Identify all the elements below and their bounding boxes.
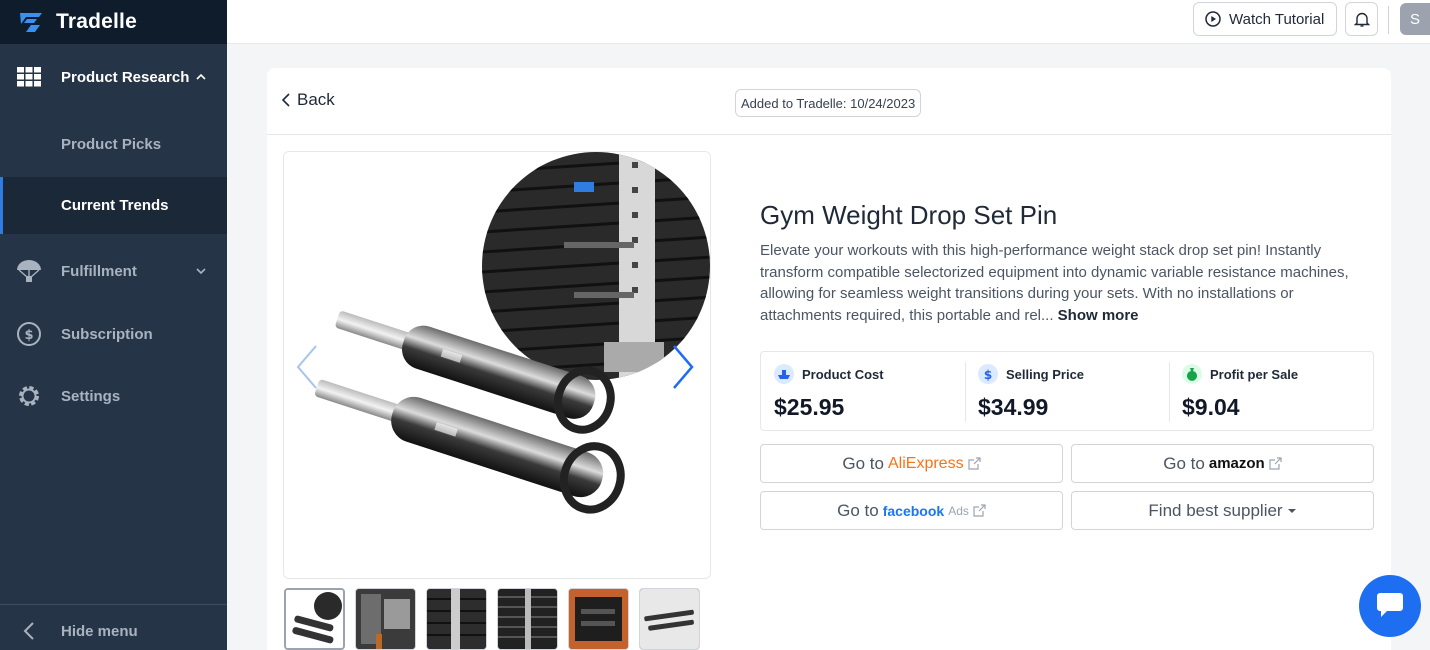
sidebar-item-label: Product Research (61, 68, 190, 86)
stat-label: Profit per Sale (1210, 366, 1299, 382)
bell-icon (1353, 12, 1370, 27)
find-supplier-label: Find best supplier (1148, 500, 1283, 520)
top-bar: Watch Tutorial S (227, 0, 1430, 44)
go-to-amazon-button[interactable]: Go to amazon (1071, 444, 1374, 483)
divider (0, 604, 227, 605)
divider (1388, 6, 1389, 34)
chat-widget-button[interactable] (1359, 575, 1421, 637)
grid-icon (16, 64, 42, 90)
svg-text:$: $ (24, 328, 33, 343)
gallery-next-arrow-icon[interactable] (668, 342, 698, 392)
chat-bubble-icon (1377, 593, 1403, 617)
amazon-logo: amazon (1208, 455, 1265, 472)
gear-icon (16, 383, 42, 409)
notifications-button[interactable] (1345, 2, 1378, 36)
brand-name: Tradelle (56, 10, 137, 33)
back-label: Back (297, 90, 335, 109)
product-image (284, 152, 710, 578)
product-detail-card: Back Added to Tradelle: 10/24/2023 Gym W… (267, 68, 1391, 650)
go-to-label: Go to (837, 500, 879, 520)
sidebar-item-settings[interactable]: Settings (0, 377, 227, 415)
chevron-down-icon (196, 268, 206, 275)
gallery-prev-arrow-icon[interactable] (292, 342, 322, 392)
watch-tutorial-button[interactable]: Watch Tutorial (1193, 2, 1337, 36)
external-link-icon (1269, 457, 1282, 470)
stat-label: Product Cost (802, 366, 884, 382)
sidebar-item-label: Fulfillment (61, 262, 137, 280)
price-tag-icon: $ (978, 364, 998, 384)
thumbnail[interactable] (426, 588, 487, 650)
stat-product-cost: Product Cost $25.95 (761, 352, 965, 430)
find-best-supplier-dropdown[interactable]: Find best supplier (1071, 491, 1374, 530)
watch-tutorial-label: Watch Tutorial (1229, 10, 1325, 28)
facebook-logo: facebook (882, 502, 945, 519)
thumbnail[interactable] (568, 588, 629, 650)
parachute-icon (16, 258, 42, 284)
sidebar-item-fulfillment[interactable]: Fulfillment (0, 252, 227, 290)
stat-profit: Profit per Sale $9.04 (1169, 352, 1373, 430)
avatar[interactable]: S (1400, 3, 1430, 35)
external-link-icon (967, 457, 981, 470)
sidebar-item-label: Settings (61, 387, 121, 405)
sidebar-item-subscription[interactable]: $ Subscription (0, 315, 227, 353)
sidebar-item-current-trends[interactable]: Current Trends (0, 177, 227, 234)
money-bag-icon (1182, 364, 1202, 384)
description-text: Elevate your workouts with this high-per… (760, 242, 1349, 325)
hide-menu-label: Hide menu (61, 622, 138, 640)
brand-header[interactable]: Tradelle (0, 0, 227, 44)
sidebar-item-label: Current Trends (61, 197, 169, 214)
sidebar-item-product-research[interactable]: Product Research (0, 58, 227, 96)
aliexpress-logo: AliExpress (888, 454, 964, 472)
added-date-badge: Added to Tradelle: 10/24/2023 (735, 89, 922, 117)
stat-value: $9.04 (1182, 394, 1240, 420)
play-circle-icon (1205, 11, 1221, 27)
caret-down-icon (1287, 508, 1296, 513)
card-header: Back Added to Tradelle: 10/24/2023 (267, 68, 1391, 135)
go-to-facebook-ads-button[interactable]: Go to facebook Ads (760, 491, 1063, 530)
thumbnail[interactable] (355, 588, 416, 650)
product-title: Gym Weight Drop Set Pin (760, 200, 1058, 230)
product-description: Elevate your workouts with this high-per… (760, 240, 1350, 327)
thumbnail[interactable] (497, 588, 558, 650)
sidebar-item-product-picks[interactable]: Product Picks (0, 118, 227, 170)
external-link-icon (973, 504, 986, 517)
stat-value: $34.99 (978, 394, 1049, 420)
sidebar: Tradelle Product Research Product Picks … (0, 0, 227, 650)
chevron-up-icon (196, 73, 206, 80)
sidebar-item-label: Subscription (61, 325, 153, 343)
thumbnail[interactable] (639, 588, 700, 650)
tradelle-logo-icon (20, 13, 42, 32)
dollar-circle-icon: $ (16, 321, 42, 347)
product-image-gallery[interactable] (283, 151, 711, 579)
svg-text:$: $ (984, 368, 992, 381)
stat-value: $25.95 (774, 394, 845, 420)
thumbnail-strip (284, 588, 700, 650)
back-button[interactable]: Back (281, 90, 335, 110)
show-more-link[interactable]: Show more (1058, 307, 1139, 324)
sidebar-item-label: Product Picks (61, 135, 162, 153)
go-to-aliexpress-button[interactable]: Go to AliExpress (760, 444, 1063, 483)
stat-selling-price: $ Selling Price $34.99 (965, 352, 1169, 430)
chevron-left-icon (16, 618, 42, 644)
hide-menu-button[interactable]: Hide menu (0, 612, 227, 650)
ads-label: Ads (948, 503, 969, 518)
price-stats-panel: Product Cost $25.95 $ Selling Price $34.… (760, 351, 1374, 431)
ship-icon (774, 364, 794, 384)
thumbnail[interactable] (284, 588, 345, 650)
go-to-label: Go to (1163, 453, 1205, 473)
go-to-label: Go to (842, 453, 884, 473)
stat-label: Selling Price (1006, 366, 1085, 382)
chevron-left-icon (281, 93, 290, 107)
